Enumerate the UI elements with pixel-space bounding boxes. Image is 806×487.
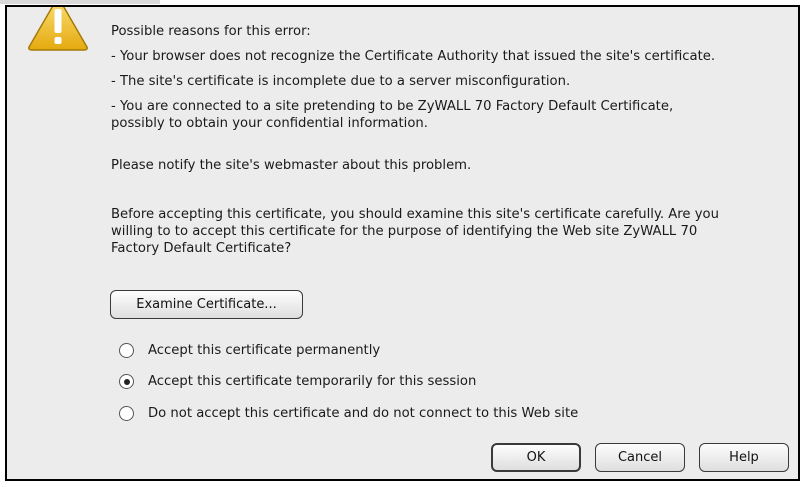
option-label: Accept this certificate temporarily for …	[148, 374, 477, 389]
option-label: Do not accept this certificate and do no…	[148, 406, 579, 421]
cropped-caption-remnant	[0, 0, 160, 4]
reasons-heading: Possible reasons for this error:	[111, 24, 311, 39]
radio-button[interactable]	[119, 406, 134, 421]
radio-button-selected[interactable]	[119, 374, 134, 389]
examine-paragraph-line-1: Before accepting this certificate, you s…	[111, 207, 719, 222]
radio-button[interactable]	[119, 343, 134, 358]
notify-webmaster-text: Please notify the site's webmaster about…	[111, 158, 472, 173]
ok-button[interactable]: OK	[491, 443, 581, 472]
option-label: Accept this certificate permanently	[148, 343, 381, 358]
examine-certificate-button[interactable]: Examine Certificate...	[110, 290, 303, 319]
certificate-warning-dialog: Possible reasons for this error: - Your …	[5, 5, 800, 481]
examine-paragraph-line-3: Factory Default Certificate?	[111, 241, 292, 256]
reason-impersonation-line-1: - You are connected to a site pretending…	[111, 99, 674, 114]
reason-unrecognized-ca: - Your browser does not recognize the Ce…	[111, 49, 716, 64]
warning-icon	[28, 7, 88, 51]
reason-incomplete-certificate: - The site's certificate is incomplete d…	[111, 74, 571, 89]
reason-impersonation-line-2: possibly to obtain your confidential inf…	[111, 116, 428, 131]
radio-selected-dot	[123, 378, 130, 385]
help-button[interactable]: Help	[699, 443, 789, 472]
examine-paragraph-line-2: willing to to accept this certificate fo…	[111, 224, 698, 239]
cancel-button[interactable]: Cancel	[595, 443, 685, 472]
